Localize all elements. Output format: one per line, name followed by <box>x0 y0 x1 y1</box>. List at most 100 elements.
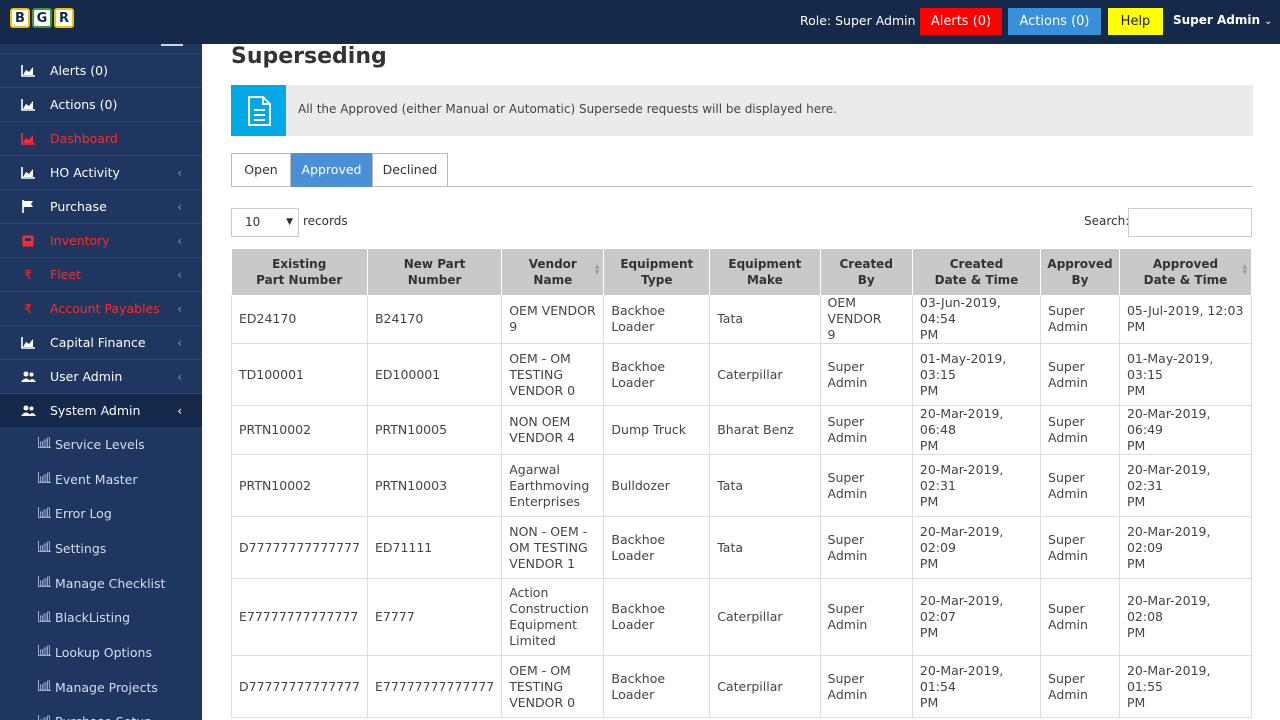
cell-text: 20-Mar-2019, 02:07 <box>919 593 1004 624</box>
cell-text: Bharat Benz <box>717 422 794 437</box>
cell-text: Admin <box>1048 547 1088 563</box>
cell-new: PRTN10005 <box>366 405 503 455</box>
cell-text: Backhoe Loader <box>611 358 666 390</box>
help-button[interactable]: Help <box>1108 8 1163 35</box>
cell-text: 20-Mar-2019, 02:08 <box>1126 593 1211 624</box>
bar-chart-icon <box>38 541 52 555</box>
cell-type: Bulldozer <box>603 454 711 517</box>
cell-type: Backhoe Loader <box>603 655 711 718</box>
sidebar-item-label: Purchase <box>50 199 107 214</box>
column-header[interactable]: Approved By <box>1040 249 1120 295</box>
sidebar-item-capital-finance[interactable]: Capital Finance ‹ <box>0 325 202 359</box>
column-header[interactable]: Approved Date & Time <box>1119 249 1253 295</box>
cell-vendor: OEM VENDOR 9 <box>501 295 605 344</box>
cell-type: Dump Truck <box>603 405 711 455</box>
cell-text: 05-Jul-2019, 12:03 <box>1126 303 1244 318</box>
cell-text: NON OEM <box>509 414 571 429</box>
cell-approved-at: 20-Mar-2019, 02:09 PM <box>1118 516 1253 579</box>
sidebar-subitem-settings[interactable]: Settings <box>0 531 202 566</box>
document-icon <box>231 85 286 136</box>
cell-text: Backhoe Loader <box>611 303 666 334</box>
cell-text: PRTN10005 <box>374 422 448 437</box>
search-label: Search: <box>1084 214 1130 228</box>
sidebar-item-label: Capital Finance <box>50 335 146 350</box>
bar-chart-icon <box>38 506 52 521</box>
search-input[interactable] <box>1128 208 1252 237</box>
sidebar-item-user-admin[interactable]: User Admin ‹ <box>0 359 202 393</box>
cell-created-at: 20-Mar-2019, 02:09 PM <box>911 516 1042 579</box>
sidebar-subitem-label: Manage Checklist <box>55 575 166 591</box>
sidebar-subitem-purchase-setup[interactable]: Purchase Setup <box>0 704 202 720</box>
column-header[interactable]: Existing Part Number <box>231 249 368 295</box>
tab-declined[interactable]: Declined <box>372 153 448 187</box>
sidebar-item-dashboard[interactable]: Dashboard <box>0 121 202 155</box>
cell-text: Super Admin <box>827 670 868 702</box>
cell-vendor: Agarwal Earthmoving Enterprises <box>501 454 605 517</box>
column-header-text: Created <box>839 257 893 271</box>
column-header[interactable]: Created By <box>820 249 913 295</box>
alerts-button[interactable]: Alerts (0) <box>920 8 1002 35</box>
sidebar-toggle[interactable] <box>0 44 202 53</box>
info-alert: All the Approved (either Manual or Autom… <box>231 85 1253 136</box>
table-row[interactable]: PRTN10002 PRTN10003 Agarwal Earthmoving Ente… <box>231 454 1253 517</box>
column-header-text: Date & Time <box>934 273 1019 287</box>
logo-letter: G <box>32 8 52 28</box>
tab-approved[interactable]: Approved <box>291 153 372 187</box>
sidebar-item-label: Actions (0) <box>50 97 118 112</box>
table-row[interactable]: PRTN10002 PRTN10005 NON OEM VENDOR 4 Dump Tr… <box>231 405 1253 455</box>
table-row[interactable]: D77777777777777 ED71111 NON - OEM - OM TEST… <box>231 516 1253 579</box>
user-menu[interactable]: Super Admin ⌄ <box>1173 13 1272 27</box>
sidebar-subitem-error-log[interactable]: Error Log <box>0 496 202 532</box>
sidebar-subitem-blacklisting[interactable]: BlackListing <box>0 600 202 636</box>
cell-approved-at: 20-Mar-2019, 02:31 PM <box>1118 454 1253 517</box>
cell-created-at: 20-Mar-2019, 01:54 PM <box>911 655 1042 718</box>
sidebar-subitem-event-master[interactable]: Event Master <box>0 461 202 497</box>
cell-text: E77777777777777 <box>374 678 495 694</box>
column-header[interactable]: New Part Number <box>367 249 503 295</box>
column-header-text: By <box>1071 273 1089 287</box>
sidebar-item-inventory[interactable]: Inventory ‹ <box>0 223 202 257</box>
bgr-logo[interactable]: B G R <box>10 8 74 28</box>
column-header[interactable]: Vendor Name <box>501 249 605 295</box>
bar-chart-icon <box>38 645 52 659</box>
cell-text: PM <box>1126 625 1146 640</box>
cell-text: Bulldozer <box>611 477 670 493</box>
cell-existing: E77777777777777 <box>231 578 368 656</box>
sidebar-item-system-admin[interactable]: System Admin ‹ <box>0 393 202 427</box>
cell-text: Super <box>1048 601 1085 616</box>
tab-open[interactable]: Open <box>231 153 291 187</box>
column-header-text: New Part <box>403 257 466 271</box>
cell-text: Super Admin <box>827 601 868 632</box>
sidebar-item-account-payables[interactable]: ₹ Account Payables ‹ <box>0 291 202 325</box>
cell-text: PM <box>1126 555 1146 571</box>
table-row[interactable]: E77777777777777 E7777 Action Construction Eq… <box>231 578 1253 656</box>
column-header[interactable]: Equipment Type <box>603 249 711 295</box>
sidebar-subitem-manage-checklist[interactable]: Manage Checklist <box>0 565 202 601</box>
cell-text: OEM - OM <box>509 662 571 678</box>
sidebar-subitem-service-levels[interactable]: Service Levels <box>0 427 202 462</box>
sidebar-item-ho-activity[interactable]: HO Activity ‹ <box>0 155 202 189</box>
sidebar-subitem-manage-projects[interactable]: Manage Projects <box>0 669 202 705</box>
bar-chart-icon <box>38 576 52 590</box>
chevron-left-icon: ‹ <box>177 404 182 418</box>
sidebar-item-actions-0[interactable]: Actions (0) <box>0 87 202 121</box>
cell-text: PM <box>1126 382 1146 398</box>
cell-text: ED24170 <box>239 311 297 326</box>
sidebar-item-fleet[interactable]: ₹ Fleet ‹ <box>0 257 202 291</box>
table-row[interactable]: TD100001 ED100001 OEM - OM TESTING VENDOR 0B… <box>231 343 1253 406</box>
actions-button[interactable]: Actions (0) <box>1008 8 1101 35</box>
cell-text: Limited <box>509 633 556 648</box>
cell-created-by: Super Admin <box>819 405 913 455</box>
column-header[interactable]: Equipment Make <box>709 249 821 295</box>
chart-icon <box>18 166 38 179</box>
column-header[interactable]: Created Date & Time <box>912 249 1042 295</box>
page-length-select[interactable]: 10 ▼ <box>231 208 299 237</box>
sidebar-item-label: System Admin <box>50 403 141 418</box>
sidebar-subitem-lookup-options[interactable]: Lookup Options <box>0 635 202 670</box>
sidebar-item-purchase[interactable]: Purchase ‹ <box>0 189 202 223</box>
cell-vendor: Action Construction Equipment Limited <box>501 578 605 656</box>
sidebar-item-alerts-0[interactable]: Alerts (0) <box>0 53 202 87</box>
table-row[interactable]: ED24170 B24170 OEM VENDOR 9 Backhoe Loader Ta… <box>231 295 1253 344</box>
cell-text: VENDOR 0 <box>509 694 576 710</box>
table-row[interactable]: D77777777777777 E77777777777777 OEM - OM TE… <box>231 655 1253 718</box>
